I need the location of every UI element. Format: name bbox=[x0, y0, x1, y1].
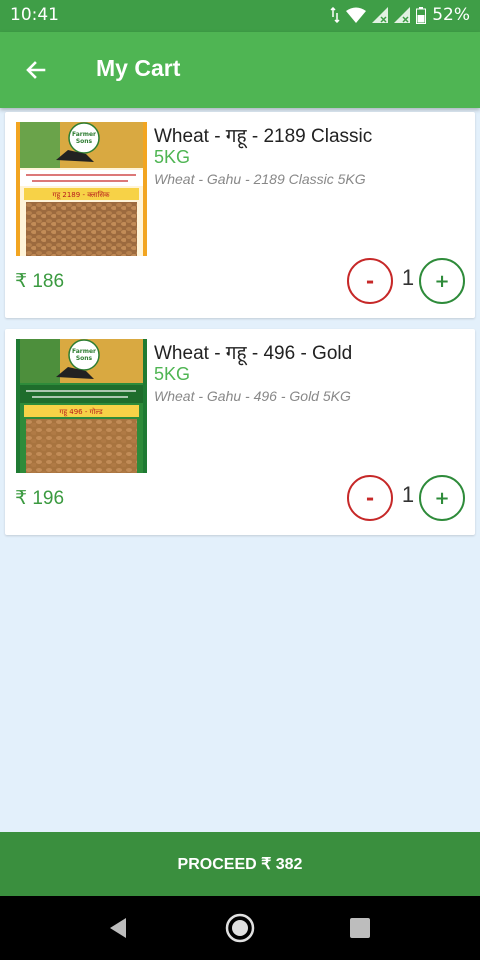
product-name[interactable]: Wheat - गहू - 496 - Gold bbox=[154, 339, 352, 365]
battery-icon bbox=[416, 6, 427, 24]
product-price: ₹ 196 bbox=[15, 488, 65, 509]
battery-percent: 52% bbox=[432, 5, 470, 25]
system-nav-bar bbox=[0, 896, 480, 960]
arrow-left-icon bbox=[26, 61, 46, 79]
product-weight: 5KG bbox=[154, 364, 191, 384]
product-subtitle: Wheat - Gahu - 496 - Gold 5KG bbox=[154, 388, 351, 404]
cart-item[interactable]: Farmer Sons गहू 496 - गोल्ड Wheat - गहू … bbox=[5, 329, 475, 535]
increase-quantity-button[interactable]: + bbox=[419, 258, 465, 304]
image-variety-text: गहू 2189 - क्लासिक bbox=[53, 190, 111, 200]
product-image[interactable]: Farmer Sons गहू 2189 - क्लासिक bbox=[16, 122, 147, 256]
nav-home-icon[interactable] bbox=[224, 912, 256, 944]
decrease-quantity-button[interactable]: - bbox=[347, 258, 393, 304]
data-transfer-icon bbox=[330, 7, 340, 23]
quantity-value: 1 bbox=[401, 482, 415, 507]
nav-back-icon[interactable] bbox=[104, 913, 134, 943]
wifi-icon bbox=[346, 7, 367, 23]
status-time: 10:41 bbox=[10, 5, 59, 25]
quantity-value: 1 bbox=[401, 265, 415, 290]
nav-recents-icon[interactable] bbox=[348, 915, 372, 941]
increase-quantity-button[interactable]: + bbox=[419, 475, 465, 521]
signal-icon-2 bbox=[394, 7, 411, 23]
image-brand-text: Farmer bbox=[72, 131, 96, 138]
product-weight: 5KG bbox=[154, 147, 191, 167]
app-bar: My Cart bbox=[0, 32, 480, 108]
svg-text:Sons: Sons bbox=[76, 138, 93, 145]
image-brand-text: Farmer bbox=[72, 348, 96, 355]
product-name[interactable]: Wheat - गहू - 2189 Classic bbox=[154, 122, 372, 148]
svg-text:Sons: Sons bbox=[76, 355, 93, 362]
signal-icon bbox=[372, 7, 389, 23]
decrease-quantity-button[interactable]: - bbox=[347, 475, 393, 521]
product-image[interactable]: Farmer Sons गहू 496 - गोल्ड bbox=[16, 339, 147, 473]
status-icons: 52% bbox=[330, 5, 470, 25]
image-variety-text: गहू 496 - गोल्ड bbox=[59, 407, 102, 417]
status-bar: 10:41 52% bbox=[0, 0, 480, 32]
cart-item[interactable]: Farmer Sons गहू 2189 - क्लासिक Wheat - ग… bbox=[5, 112, 475, 318]
proceed-button[interactable]: PROCEED ₹ 382 bbox=[0, 832, 480, 896]
back-button[interactable] bbox=[14, 50, 58, 90]
product-price: ₹ 186 bbox=[15, 271, 65, 292]
page-title: My Cart bbox=[96, 55, 181, 81]
product-subtitle: Wheat - Gahu - 2189 Classic 5KG bbox=[154, 171, 366, 187]
